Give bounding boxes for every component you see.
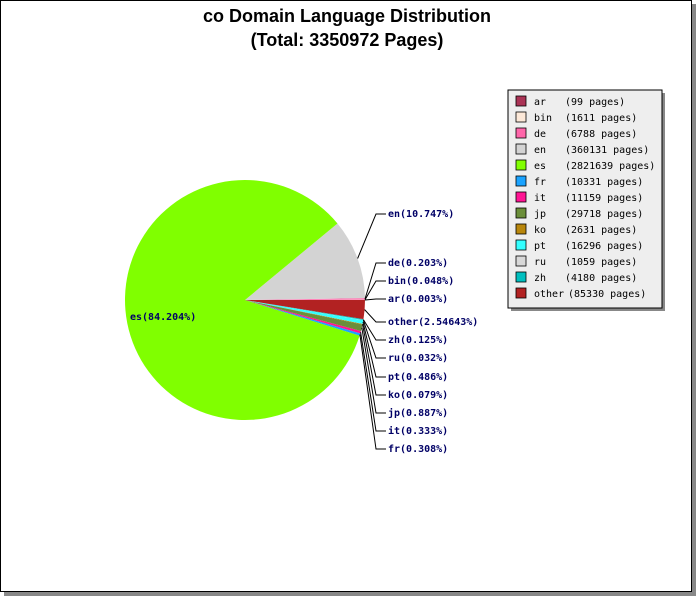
- legend-swatch-ar: [515, 95, 527, 107]
- legend-key-fr: fr: [534, 177, 546, 188]
- slice-label-other: other(2.54643%): [388, 317, 478, 328]
- slice-label-de: de(0.203%): [388, 258, 448, 269]
- pie-slices: [124, 179, 366, 420]
- legend-pages-en: (360131 pages): [565, 145, 649, 156]
- slice-label-pt: pt(0.486%): [388, 372, 448, 383]
- leader-line-bin: [364, 280, 386, 301]
- slice-label-fr: fr(0.308%): [388, 444, 448, 455]
- legend-key-ar: ar: [534, 97, 546, 108]
- leader-line-ar: [364, 298, 386, 301]
- legend-key-ko: ko: [534, 225, 546, 236]
- pie-chart: ar(0.003%) bin(0.048%) de(0.203%) en(10.747…: [124, 89, 665, 455]
- legend-key-bin: bin: [534, 113, 552, 124]
- slice-label-zh: zh(0.125%): [388, 335, 448, 346]
- legend-swatch-zh: [515, 271, 527, 283]
- legend-swatch-bin: [515, 111, 527, 123]
- legend-swatch-it: [515, 191, 527, 203]
- legend-pages-es: (2821639 pages): [565, 161, 655, 172]
- legend-key-pt: pt: [534, 241, 546, 252]
- legend-swatch-de: [515, 127, 527, 139]
- leader-line-en: [357, 213, 386, 259]
- legend-pages-ar: (99 pages): [565, 97, 625, 108]
- slice-label-ru: ru(0.032%): [388, 353, 448, 364]
- legend-pages-ko: (2631 pages): [565, 225, 637, 236]
- legend-pages-other: (85330 pages): [568, 289, 646, 300]
- legend-pages-fr: (10331 pages): [565, 177, 643, 188]
- legend-key-es: es: [534, 161, 546, 172]
- leader-line-other: [364, 309, 386, 323]
- legend-pages-pt: (16296 pages): [565, 241, 643, 252]
- legend-pages-jp: (29718 pages): [565, 209, 643, 220]
- legend-pages-de: (6788 pages): [565, 129, 637, 140]
- legend-swatch-en: [515, 143, 527, 155]
- slice-label-en: en(10.747%): [388, 209, 454, 220]
- slice-label-jp: jp(0.887%): [388, 407, 448, 419]
- slice-label-it: it(0.333%): [388, 425, 448, 437]
- slice-label-es: es(84.204%): [130, 312, 196, 323]
- legend-swatch-pt: [515, 239, 527, 251]
- legend-swatch-fr: [515, 175, 527, 187]
- legend-swatch-other: [515, 287, 527, 299]
- legend-key-other: other: [534, 289, 564, 300]
- legend-key-it: it: [534, 193, 546, 204]
- slice-label-ko: ko(0.079%): [388, 390, 448, 401]
- legend-swatch-es: [515, 159, 527, 171]
- legend-swatch-ko: [515, 223, 527, 235]
- legend-swatch-ru: [515, 255, 527, 267]
- legend-pages-ru: (1059 pages): [565, 257, 637, 268]
- legend-key-en: en: [534, 145, 546, 156]
- legend: ar (99 pages) bin (1611 pages) de (6788 pages…: [507, 89, 665, 311]
- legend-key-jp: jp: [534, 209, 546, 220]
- legend-swatch-jp: [515, 207, 527, 219]
- legend-key-ru: ru: [534, 257, 546, 268]
- legend-pages-it: (11159 pages): [565, 193, 643, 204]
- legend-key-de: de: [534, 129, 546, 140]
- legend-key-zh: zh: [534, 273, 546, 284]
- slice-label-ar: ar(0.003%): [388, 294, 448, 305]
- legend-pages-bin: (1611 pages): [565, 113, 637, 124]
- label-leaders: [357, 213, 386, 450]
- slice-label-bin: bin(0.048%): [388, 275, 454, 287]
- legend-pages-zh: (4180 pages): [565, 273, 637, 284]
